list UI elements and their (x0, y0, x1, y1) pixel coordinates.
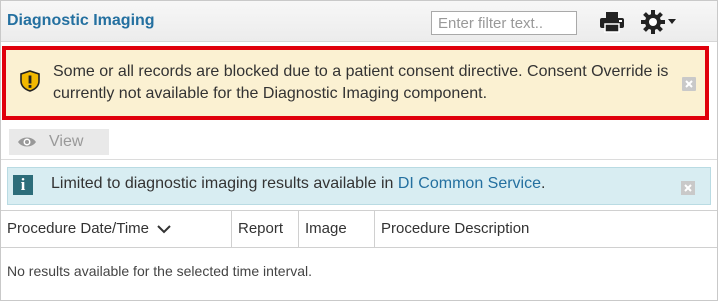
di-common-service-link[interactable]: DI Common Service (398, 175, 541, 192)
panel-header: Diagnostic Imaging (1, 1, 717, 42)
column-label: Report (238, 220, 284, 237)
info-text-after: . (541, 175, 546, 192)
view-button-label: View (49, 133, 84, 150)
close-icon[interactable] (682, 77, 696, 91)
print-icon[interactable] (599, 11, 625, 33)
column-report[interactable]: Report (232, 211, 299, 247)
close-icon[interactable] (681, 181, 695, 195)
eye-icon (18, 137, 36, 147)
column-label: Procedure Date/Time (7, 220, 150, 237)
info-icon: i (13, 175, 33, 195)
filter-input[interactable] (431, 11, 577, 35)
view-button[interactable]: View (9, 129, 109, 155)
gear-icon[interactable] (641, 10, 665, 34)
column-procedure-date[interactable]: Procedure Date/Time (1, 211, 232, 247)
table-header: Procedure Date/Time Report Image Procedu… (1, 210, 717, 248)
diagnostic-imaging-panel: Diagnostic Imaging Enter filter text.. S… (0, 0, 718, 301)
shield-icon (20, 70, 40, 92)
column-label: Image (305, 220, 347, 237)
column-label: Procedure Description (381, 220, 530, 237)
column-procedure-description[interactable]: Procedure Description (375, 211, 717, 247)
info-message: Limited to diagnostic imaging results av… (51, 175, 545, 193)
info-text-before: Limited to diagnostic imaging results av… (51, 175, 398, 192)
panel-title: Diagnostic Imaging (7, 12, 155, 29)
toolbar: View (1, 123, 717, 160)
chevron-down-icon (157, 225, 171, 234)
column-image[interactable]: Image (299, 211, 375, 247)
empty-message: No results available for the selected ti… (7, 263, 313, 279)
chevron-down-icon[interactable] (667, 18, 677, 26)
consent-alert-message: Some or all records are blocked due to a… (53, 63, 669, 102)
